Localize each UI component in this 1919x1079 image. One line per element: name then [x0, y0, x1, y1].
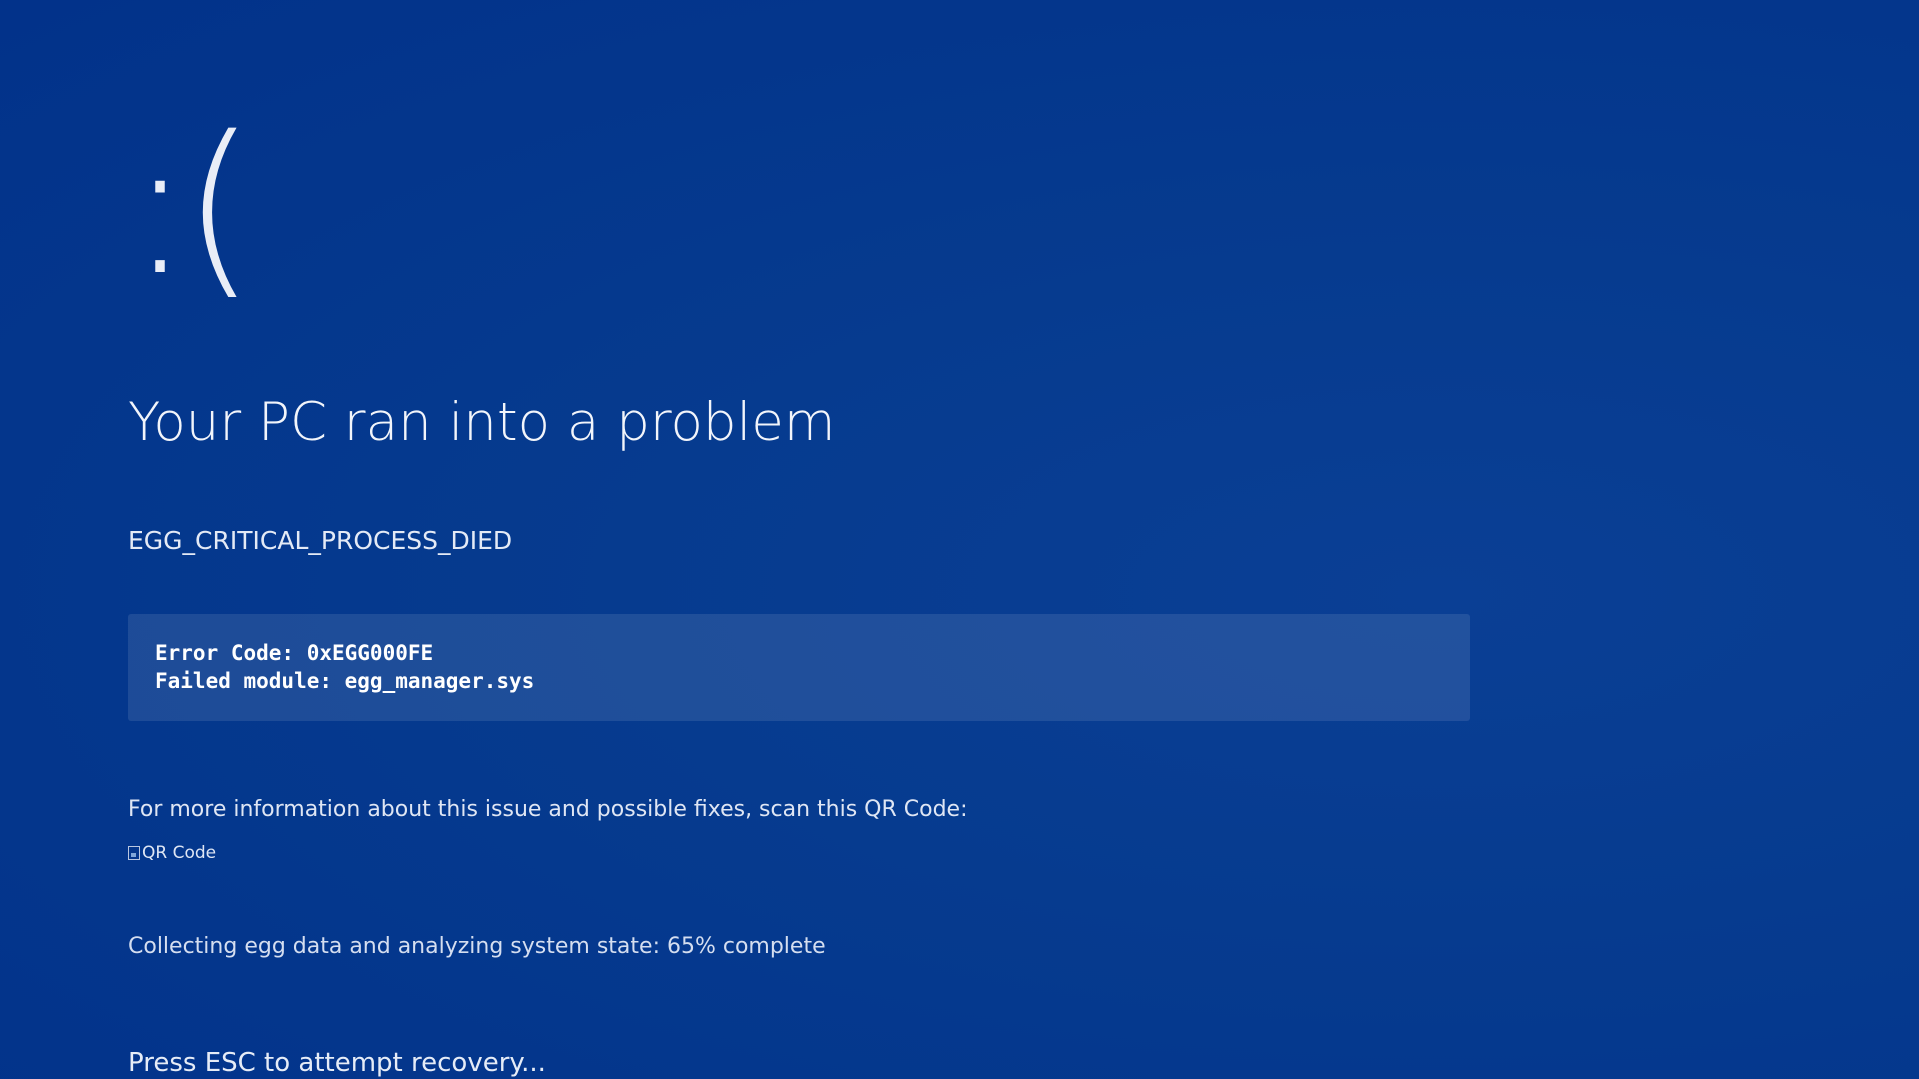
error-title: Your PC ran into a problem [128, 392, 836, 453]
broken-image-icon [128, 846, 140, 860]
stop-code: EGG_CRITICAL_PROCESS_DIED [128, 526, 513, 555]
failed-module-line: Failed module: egg_manager.sys [155, 669, 535, 693]
sad-face-emoticon: :( [128, 96, 256, 317]
qr-code-image: QR Code [128, 843, 216, 863]
progress-text: Collecting egg data and analyzing system… [128, 934, 826, 959]
error-details-box: Error Code: 0xEGG000FE Failed module: eg… [128, 614, 1470, 721]
esc-recovery-hint: Press ESC to attempt recovery... [128, 1048, 546, 1078]
info-text: For more information about this issue an… [128, 797, 968, 822]
error-code-line: Error Code: 0xEGG000FE [155, 641, 434, 665]
qr-code-alt-text: QR Code [142, 843, 217, 863]
bsod-screen: :( Your PC ran into a problem EGG_CRITIC… [128, 0, 1528, 1079]
